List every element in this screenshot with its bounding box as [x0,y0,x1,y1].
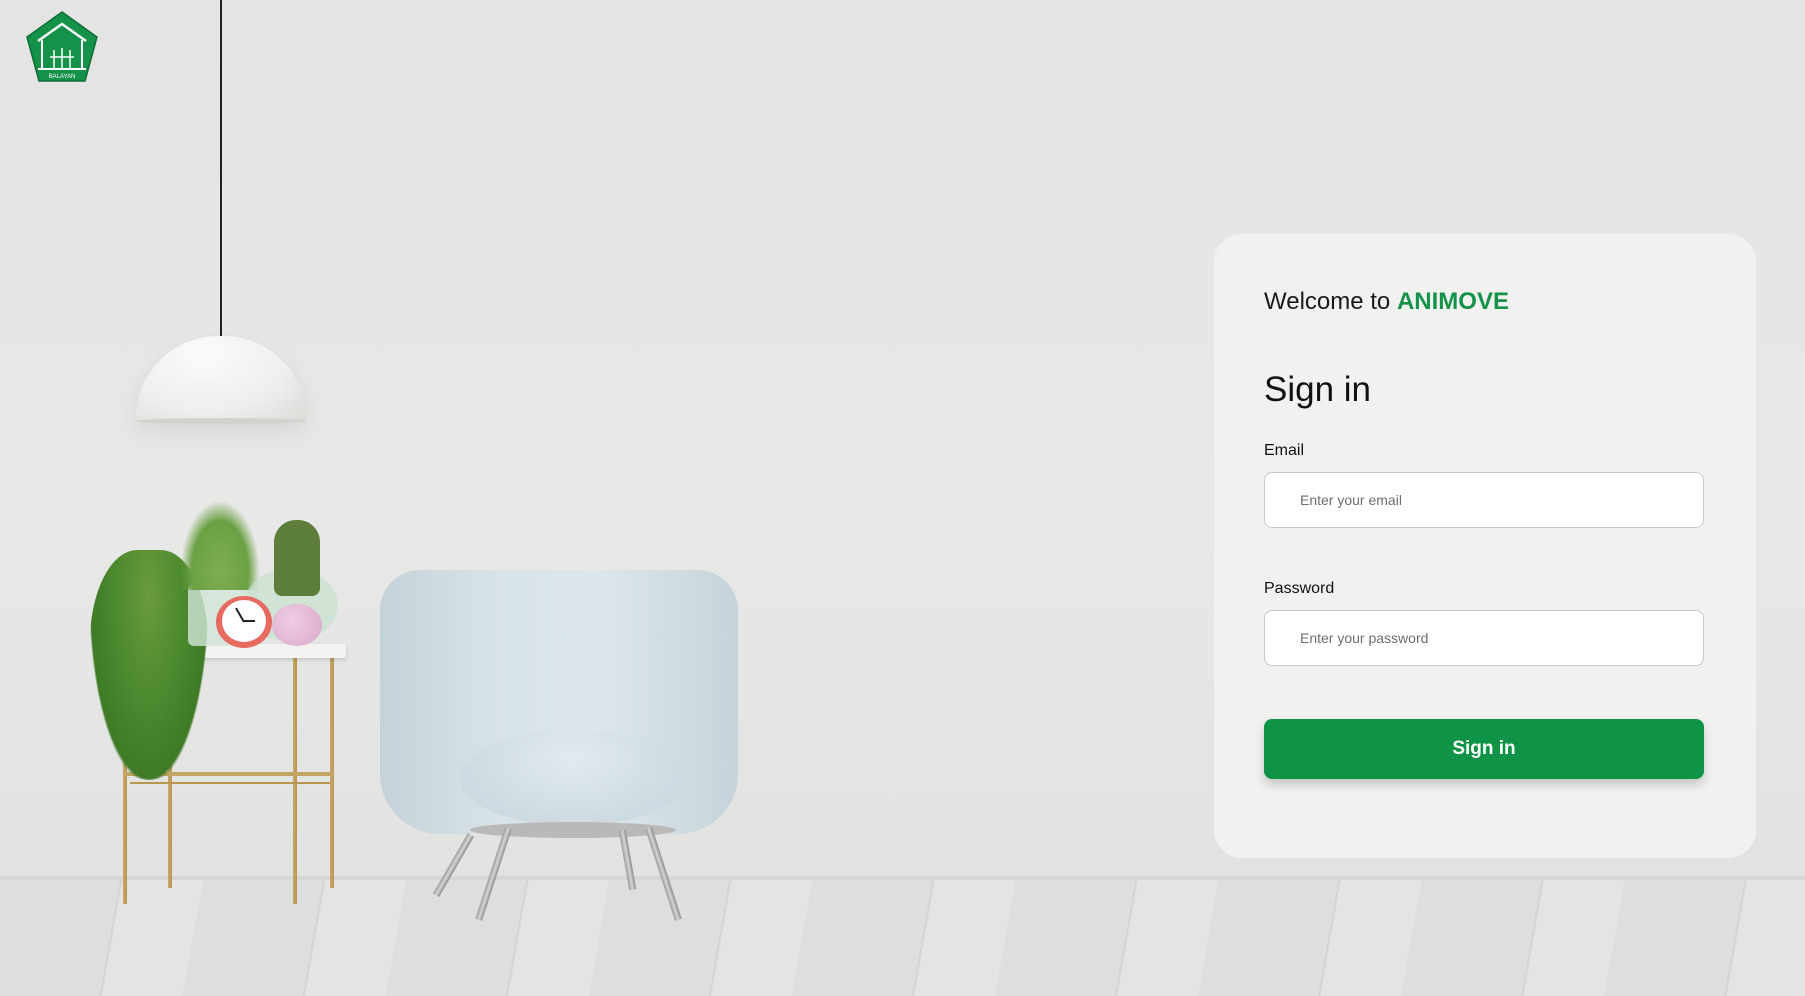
sign-in-title: Sign in [1264,370,1372,409]
svg-text:BALAYAN: BALAYAN [49,74,76,80]
pendant-lamp-cord [220,0,222,338]
sign-in-button[interactable]: Sign in [1264,719,1704,779]
clock-hand [243,620,255,622]
email-field[interactable] [1264,472,1704,528]
side-table-leg [293,658,297,904]
pendant-lamp-rim [136,418,306,424]
wooden-floor [0,880,1805,996]
side-table-shelf [130,782,330,784]
sign-in-card: Welcome to ANIMOVE Sign in Email Passwor… [1214,234,1756,858]
app-name: ANIMOVE [1396,288,1509,315]
welcome-heading: Welcome to ANIMOVE [1264,288,1509,316]
aloe-plant [180,500,260,590]
password-field[interactable] [1264,610,1704,666]
balayan-house-logo-icon[interactable]: BALAYAN [24,10,100,84]
password-label: Password [1264,580,1335,597]
armchair-seat [460,730,686,826]
pink-vase [272,604,322,646]
cactus-plant [274,520,320,596]
welcome-prefix: Welcome to [1264,288,1391,315]
email-label: Email [1264,442,1305,459]
